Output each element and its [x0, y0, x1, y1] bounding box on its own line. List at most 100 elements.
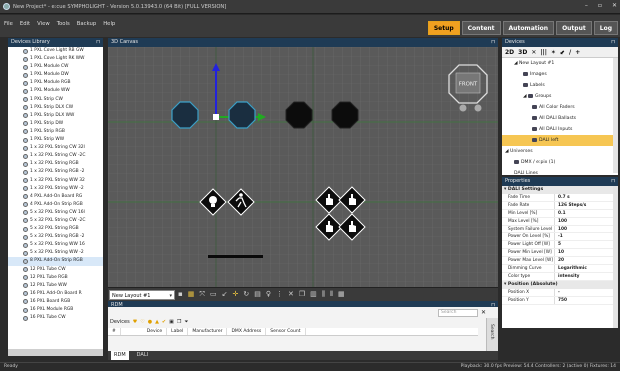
menu-edit[interactable]: Edit	[20, 21, 30, 27]
library-item[interactable]: 1 PXL Module RGB	[8, 79, 103, 87]
menu-help[interactable]: Help	[103, 21, 115, 27]
align-icon[interactable]: ⋮	[276, 290, 283, 299]
library-item[interactable]: 16 PXL Board RGB	[8, 298, 103, 306]
library-item[interactable]: 1 PXL Module CW	[8, 63, 103, 71]
arrow-icon[interactable]: ↙	[222, 290, 228, 299]
property-value[interactable]: 100	[555, 226, 567, 233]
device-tree-item[interactable]: DMX / e:pix (1)	[502, 157, 618, 168]
property-value[interactable]: 100	[555, 218, 567, 225]
library-item[interactable]: 1 PXL Strip CW	[8, 96, 103, 104]
3d-button[interactable]: 3D	[518, 49, 527, 56]
rotate-icon[interactable]: ↻	[243, 290, 249, 299]
tab-output[interactable]: Output	[556, 21, 592, 35]
save-icon[interactable]: ▣	[169, 319, 174, 325]
library-hscroll[interactable]	[8, 349, 103, 356]
property-row[interactable]: System Failure Level 100	[502, 225, 618, 234]
pin-icon[interactable]: ⊓	[611, 177, 615, 186]
heart-icon[interactable]: ♥	[133, 319, 137, 325]
property-value[interactable]: 10	[555, 249, 564, 256]
property-value[interactable]: 20	[555, 257, 564, 264]
library-item[interactable]: 4 PXL Add-On Strip RGB	[8, 201, 103, 209]
fixture[interactable]	[171, 101, 199, 129]
library-item[interactable]: 1 x 32 PXL String RGB -2	[8, 168, 103, 176]
add-icon[interactable]: +	[575, 49, 580, 56]
property-row[interactable]: Max Level [%] 100	[502, 217, 618, 226]
maximize-icon[interactable]: ▫	[598, 2, 602, 9]
fixture[interactable]	[228, 101, 256, 129]
minimize-icon[interactable]: –	[585, 2, 588, 9]
slash-icon[interactable]: /	[569, 49, 571, 56]
property-row[interactable]: Position Y 750	[502, 296, 618, 305]
device-tree-item[interactable]: ◢ New Layout #1	[502, 58, 618, 69]
fixture[interactable]	[331, 101, 359, 129]
property-row[interactable]: Color type intensity	[502, 272, 618, 281]
rdm-col[interactable]: DMX Address	[227, 328, 267, 335]
layers-icon[interactable]: ▤	[254, 290, 261, 299]
device-tree-item[interactable]: DALI left	[502, 135, 618, 146]
pin-icon[interactable]: ⊓	[96, 38, 100, 47]
library-item[interactable]: 5 x 32 PXL String RGB -2	[8, 233, 103, 241]
property-row[interactable]: Power Light Off [W] 5	[502, 241, 618, 250]
properties-section-dali[interactable]: ▾ DALI Settings	[502, 186, 618, 194]
pin-icon[interactable]: ⊓	[611, 38, 615, 47]
library-item[interactable]: 4 PXL Add-On Board RG	[8, 193, 103, 201]
library-item[interactable]: 5 x 32 PXL String WW -2	[8, 249, 103, 257]
2d-button[interactable]: 2D	[505, 49, 514, 56]
library-item[interactable]: 8 PXL Add-On Strip RGB	[8, 257, 103, 266]
pin-icon[interactable]: ⊓	[491, 38, 495, 47]
library-item[interactable]: 5 x 32 PXL String WW 16	[8, 241, 103, 249]
menu-tools[interactable]: Tools	[57, 21, 70, 27]
pointer-icon[interactable]: ⬋	[560, 49, 565, 56]
tab-dali[interactable]: DALI	[137, 351, 148, 360]
library-item[interactable]: 1 PXL Strip DLX CW	[8, 104, 103, 112]
library-item[interactable]: 1 PXL Strip WW	[8, 136, 103, 144]
move-icon[interactable]: ✛	[232, 290, 238, 299]
tab-rdm[interactable]: RDM	[111, 351, 129, 360]
property-row[interactable]: Power Max Level [W] 20	[502, 257, 618, 266]
library-item[interactable]: 5 x 32 PXL String CW -2C	[8, 217, 103, 225]
property-value[interactable]: -1	[555, 233, 563, 240]
identify-icon[interactable]: ●	[148, 319, 152, 325]
library-item[interactable]: 1 PXL Cove Light RB GW	[8, 47, 103, 55]
rdm-col[interactable]: Manufacturer	[188, 328, 228, 335]
device-tree-item[interactable]: DALI Lines	[502, 168, 618, 175]
rdm-col[interactable]: Label	[167, 328, 189, 335]
library-item[interactable]: 1 PXL Strip RGB	[8, 128, 103, 136]
tab-content[interactable]: Content	[461, 21, 501, 35]
heart-outline-icon[interactable]: ♡	[140, 319, 144, 325]
tab-setup[interactable]: Setup	[427, 21, 460, 35]
library-item[interactable]: 1 PXL Strip DW	[8, 120, 103, 128]
device-tree-item[interactable]: ◢ Groups	[502, 91, 618, 102]
filter-icon[interactable]: ⏷	[184, 319, 188, 325]
distribute-v-icon[interactable]: ⫴	[330, 290, 333, 299]
properties-section-position[interactable]: ▾ Position (Absolute)	[502, 280, 618, 289]
device-tree-item[interactable]: Labels	[502, 80, 618, 91]
bars-icon[interactable]: |||	[540, 49, 547, 56]
property-value[interactable]: -	[555, 289, 560, 296]
close-icon[interactable]: ✕	[481, 309, 486, 316]
property-row[interactable]: Position X-	[502, 288, 618, 297]
property-value[interactable]: 750	[555, 297, 567, 304]
property-value[interactable]: 5	[555, 241, 561, 248]
library-item[interactable]: 5 x 32 PXL String RGB	[8, 225, 103, 233]
property-row[interactable]: Dimming Curve Logarithmic	[502, 265, 618, 273]
delete-icon[interactable]: ✕	[531, 49, 536, 56]
select-tool-icon[interactable]: ▪	[178, 290, 183, 299]
tab-log[interactable]: Log	[593, 21, 618, 35]
device-tree-item[interactable]: ◢ Universes	[502, 146, 618, 157]
library-item[interactable]: 1 PXL Strip DLX WW	[8, 112, 103, 120]
library-item[interactable]: 12 PXL Tube RGB	[8, 274, 103, 282]
library-item[interactable]: 1 x 32 PXL String WW -2	[8, 185, 103, 193]
library-item[interactable]: 1 PXL Module DW	[8, 71, 103, 79]
property-value[interactable]: 0.1	[555, 210, 566, 217]
duplicate-icon[interactable]: ❐	[299, 290, 305, 299]
properties-vscroll[interactable]	[613, 186, 618, 328]
menu-file[interactable]: File	[4, 21, 13, 27]
chart-icon[interactable]: ▥	[310, 290, 317, 299]
rdm-side-panel[interactable]: Search	[486, 318, 498, 351]
3d-canvas[interactable]: FRONT	[108, 47, 498, 287]
property-row[interactable]: Power On Level [%] -1	[502, 233, 618, 242]
pin-icon[interactable]: ♀	[266, 290, 271, 299]
view-cube[interactable]: FRONT	[445, 61, 491, 113]
light-icon[interactable]: ✶	[551, 49, 556, 56]
